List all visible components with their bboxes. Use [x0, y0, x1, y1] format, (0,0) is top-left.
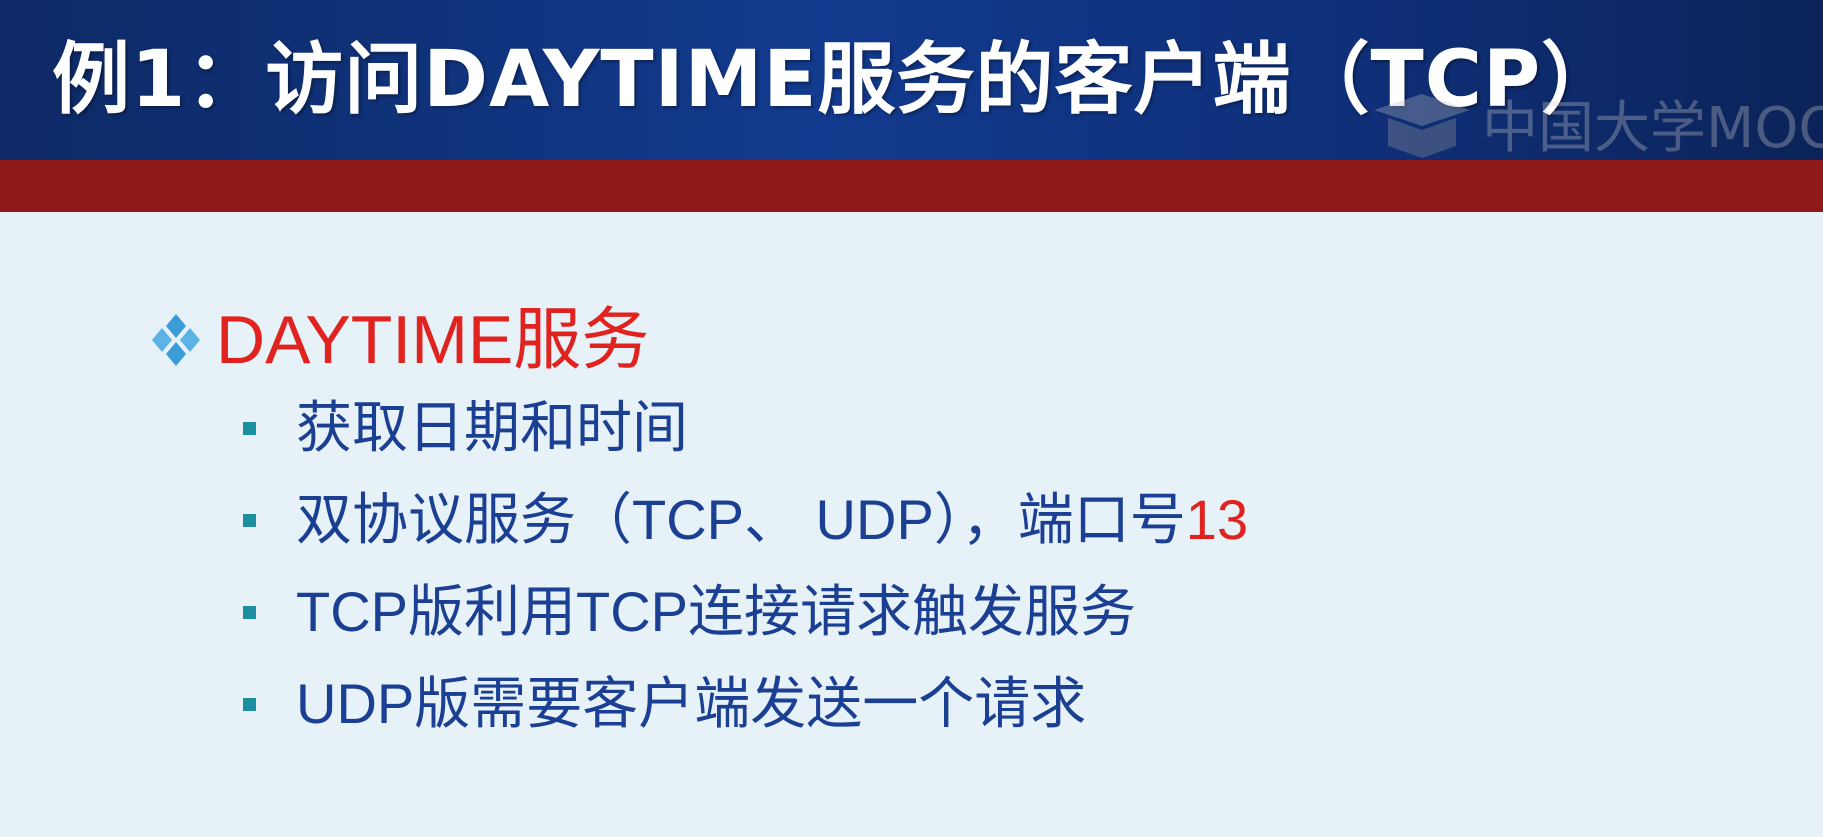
list-item-label: TCP版利用TCP连接请求触发服务 [296, 580, 1136, 643]
port-number: 13 [1185, 488, 1249, 551]
list-item: 获取日期和时间 [243, 382, 1248, 474]
list-item-label: 双协议服务（TCP、 UDP），端口号 [296, 488, 1186, 551]
watermark-text: 中国大学MOOC [1482, 95, 1823, 161]
list-item: TCP版利用TCP连接请求触发服务 [243, 566, 1248, 658]
square-icon [243, 605, 256, 619]
list-item-label: UDP版需要客户端发送一个请求 [296, 672, 1087, 735]
sub-bullet-list: 获取日期和时间 双协议服务（TCP、 UDP），端口号13 TCP版利用TCP连… [243, 382, 1248, 750]
title-bar: 例1：访问DAYTIME服务的客户端（TCP） 中国大学MOOC [0, 0, 1823, 161]
book-icon [1374, 94, 1470, 158]
watermark: 中国大学MOOC [1370, 88, 1823, 161]
main-bullet-text: DAYTIME服务 [216, 302, 650, 378]
red-band [0, 160, 1823, 212]
square-icon [243, 513, 256, 527]
slide-body: DAYTIME服务 获取日期和时间 双协议服务（TCP、 UDP），端口号13 … [0, 212, 1823, 837]
list-item: 双协议服务（TCP、 UDP），端口号13 [243, 474, 1248, 566]
main-bullet: DAYTIME服务 [146, 290, 649, 390]
list-item-text: 获取日期和时间 [296, 392, 688, 464]
diamond-cluster-icon [152, 314, 200, 366]
list-item-label: 获取日期和时间 [296, 396, 688, 459]
square-icon [243, 697, 256, 711]
list-item-text: 双协议服务（TCP、 UDP），端口号13 [296, 484, 1248, 556]
square-icon [243, 421, 256, 435]
list-item-text: TCP版利用TCP连接请求触发服务 [296, 576, 1136, 648]
list-item: UDP版需要客户端发送一个请求 [243, 658, 1248, 750]
list-item-text: UDP版需要客户端发送一个请求 [296, 668, 1086, 740]
